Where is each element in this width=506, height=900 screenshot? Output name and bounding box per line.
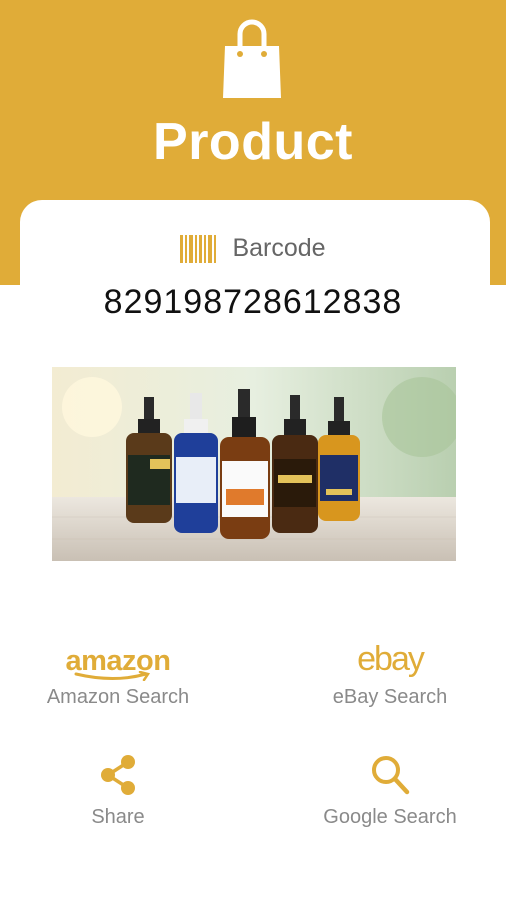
barcode-label: Barcode (232, 234, 326, 262)
google-search-button[interactable]: Google Search (290, 752, 490, 829)
google-search-label: Google Search (323, 806, 457, 828)
amazon-logo: amazon (66, 646, 171, 681)
amazon-search-button[interactable]: amazon Amazon Search (18, 632, 218, 709)
shopping-bag-icon (223, 19, 281, 98)
ebay-logo: ebay (357, 640, 425, 678)
page-title: Product (153, 113, 353, 171)
search-icon (372, 756, 410, 795)
share-button[interactable]: Share (18, 752, 218, 829)
amazon-search-label: Amazon Search (46, 686, 190, 708)
share-label: Share (91, 806, 145, 828)
barcode-header: Barcode (0, 234, 506, 263)
share-icon (101, 755, 135, 795)
barcode-value: 829198728612838 (103, 283, 403, 321)
ebay-search-label: eBay Search (332, 686, 448, 708)
product-image (52, 367, 456, 561)
barcode-icon (180, 234, 217, 263)
ebay-search-button[interactable]: ebay eBay Search (290, 632, 490, 709)
